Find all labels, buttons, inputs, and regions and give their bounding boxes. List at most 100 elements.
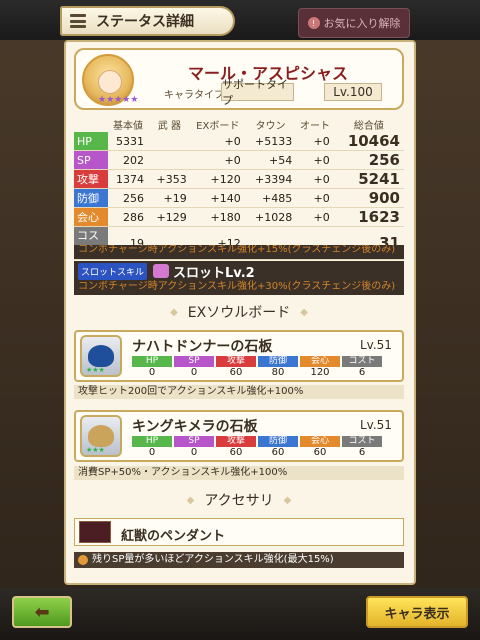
pendant-icon xyxy=(79,521,111,543)
stat-value: 60 xyxy=(313,447,327,458)
stat-ex: +0 xyxy=(190,150,245,170)
slot-level: スロットLv.2 xyxy=(173,265,255,281)
favorite-remove-button[interactable]: ! お気に入り解除 xyxy=(298,8,410,38)
header-ex: EXボード xyxy=(196,121,240,132)
stat-label: HP xyxy=(74,132,108,151)
table-row: HP 5331 +0 +5133 +0 10464 xyxy=(74,132,404,151)
stat-total: 10464 xyxy=(333,132,404,151)
skill-description-cut: コンボチャージ時アクションスキル強化+15%(クラスチェンジ後のみ) xyxy=(74,245,404,259)
header-total: 総合値 xyxy=(353,121,384,132)
stat-town: +3394 xyxy=(244,169,297,189)
board-stats: HP 0 SP 0 攻撃 60 防御 80 会心 120 コスト 6 xyxy=(132,356,384,378)
stat-header: HP xyxy=(132,356,172,367)
board-name: ナハトドンナーの石板 xyxy=(132,339,273,355)
stat-total: 256 xyxy=(333,150,404,170)
stat-label: 攻撃 xyxy=(74,169,108,189)
character-card: ★ ★ ★ ★ ★ マール・アスピシャス キャラタイプ サポートタイプ Lv.100 xyxy=(74,48,404,110)
stat-auto: +0 xyxy=(296,169,334,189)
table-row: 攻撃 1374 +353 +120 +3394 +0 5241 xyxy=(74,169,404,189)
header-town: タウン xyxy=(255,121,286,132)
stat-header: 会心 xyxy=(300,356,340,367)
menu-icon[interactable] xyxy=(70,14,86,28)
stat-base: 202 xyxy=(108,150,148,170)
stat-base: 256 xyxy=(108,188,148,208)
stat-town: +54 xyxy=(244,150,297,170)
header-weapon: 武 器 xyxy=(157,121,181,132)
character-display-button[interactable]: キャラ表示 xyxy=(366,596,468,628)
board-name: キングキメラの石板 xyxy=(132,419,258,435)
stat-total: 5241 xyxy=(333,169,404,189)
stat-value: 0 xyxy=(148,367,156,378)
stat-value: 60 xyxy=(229,447,243,458)
character-type-label: キャラタイプ xyxy=(164,90,224,101)
stat-label: SP xyxy=(74,150,108,170)
board-description: 消費SP+50%・アクションスキル強化+100% xyxy=(74,466,404,480)
stat-header: コスト xyxy=(342,356,382,367)
stat-auto: +0 xyxy=(296,132,334,151)
stat-auto: +0 xyxy=(296,150,334,170)
board-description: 攻撃ヒット200回でアクションスキル強化+100% xyxy=(74,385,404,399)
stat-header: 防御 xyxy=(258,436,298,447)
slot-description: コンボチャージ時アクションスキル強化+30%(クラスチェンジ後のみ) xyxy=(74,281,404,295)
stat-ex: +180 xyxy=(190,207,245,227)
stat-auto: +0 xyxy=(296,188,334,208)
stat-value: 6 xyxy=(358,447,366,458)
accessory-description: 残りSP量が多いほどアクションスキル強化(最大15%) xyxy=(74,552,404,568)
table-row: SP 202 +0 +54 +0 256 xyxy=(74,150,404,170)
board-item[interactable]: ★★★ ナハトドンナーの石板 Lv.51 HP 0 SP 0 攻撃 60 防御 80 会… xyxy=(74,330,404,382)
title-tab: ステータス詳細 xyxy=(60,6,235,36)
slot-icon xyxy=(153,264,170,278)
back-button[interactable]: ⬅ xyxy=(12,596,72,628)
board-item[interactable]: ★★★ キングキメラの石板 Lv.51 HP 0 SP 0 攻撃 60 防御 60 会心… xyxy=(74,410,404,462)
board-stats: HP 0 SP 0 攻撃 60 防御 60 会心 60 コスト 6 xyxy=(132,436,384,458)
ex-section-title: ◆ EXソウルボード ◆ xyxy=(74,302,404,322)
stats-table: 基本値 武 器 EXボード タウン オート 総合値 HP 5331 +0 +51… xyxy=(74,117,404,260)
stat-weapon: +353 xyxy=(148,169,191,189)
accessory-section-label: アクセサリ xyxy=(204,493,274,509)
stat-base: 286 xyxy=(108,207,148,227)
stat-header: SP xyxy=(174,356,214,367)
stat-header: 攻撃 xyxy=(216,356,256,367)
stat-town: +485 xyxy=(244,188,297,208)
board-icon: ★★★ xyxy=(80,415,122,457)
stat-weapon xyxy=(148,150,191,170)
page-title: ステータス詳細 xyxy=(96,14,194,30)
slot-skill-row: スロットスキル スロットLv.2 xyxy=(74,261,404,281)
rarity-stars: ★ ★ ★ ★ ★ xyxy=(98,95,139,105)
accessory-dot-icon xyxy=(78,555,88,565)
favorite-label: お気に入り解除 xyxy=(323,17,401,30)
accessory-item[interactable]: 紅獣のペンダント xyxy=(74,518,404,546)
slot-skill-badge: スロットスキル xyxy=(78,262,148,280)
stat-header: 防御 xyxy=(258,356,298,367)
board-icon: ★★★ xyxy=(80,335,122,377)
stat-value: 80 xyxy=(271,367,285,378)
stat-total: 1623 xyxy=(333,207,404,227)
stat-weapon: +19 xyxy=(148,188,191,208)
stat-town: +1028 xyxy=(244,207,297,227)
accessory-section-title: ◆ アクセサリ ◆ xyxy=(74,490,404,510)
stat-label: 会心 xyxy=(74,207,108,227)
stat-header: 会心 xyxy=(300,436,340,447)
stat-value: 60 xyxy=(229,367,243,378)
character-level: Lv.100 xyxy=(324,83,382,101)
board-level: Lv.51 xyxy=(360,338,392,352)
stat-ex: +0 xyxy=(190,132,245,151)
stat-value: 0 xyxy=(190,447,198,458)
stats-header-row: 基本値 武 器 EXボード タウン オート 総合値 xyxy=(74,117,404,132)
stat-header: HP xyxy=(132,436,172,447)
header-auto: オート xyxy=(299,121,330,132)
header-base: 基本値 xyxy=(113,121,143,132)
heart-icon: ! xyxy=(307,17,320,29)
back-arrow-icon: ⬅ xyxy=(34,601,50,623)
stat-header: SP xyxy=(174,436,214,447)
stat-value: 60 xyxy=(271,447,285,458)
stat-ex: +120 xyxy=(190,169,245,189)
ex-section-label: EXソウルボード xyxy=(187,305,291,321)
stat-header: 攻撃 xyxy=(216,436,256,447)
stat-base: 1374 xyxy=(108,169,148,189)
character-type: サポートタイプ xyxy=(221,78,294,107)
accessory-description-text: 残りSP量が多いほどアクションスキル強化(最大15%) xyxy=(92,554,334,565)
stat-weapon xyxy=(148,132,191,151)
accessory-name: 紅獣のペンダント xyxy=(121,529,226,544)
table-row: 会心 286 +129 +180 +1028 +0 1623 xyxy=(74,207,404,227)
